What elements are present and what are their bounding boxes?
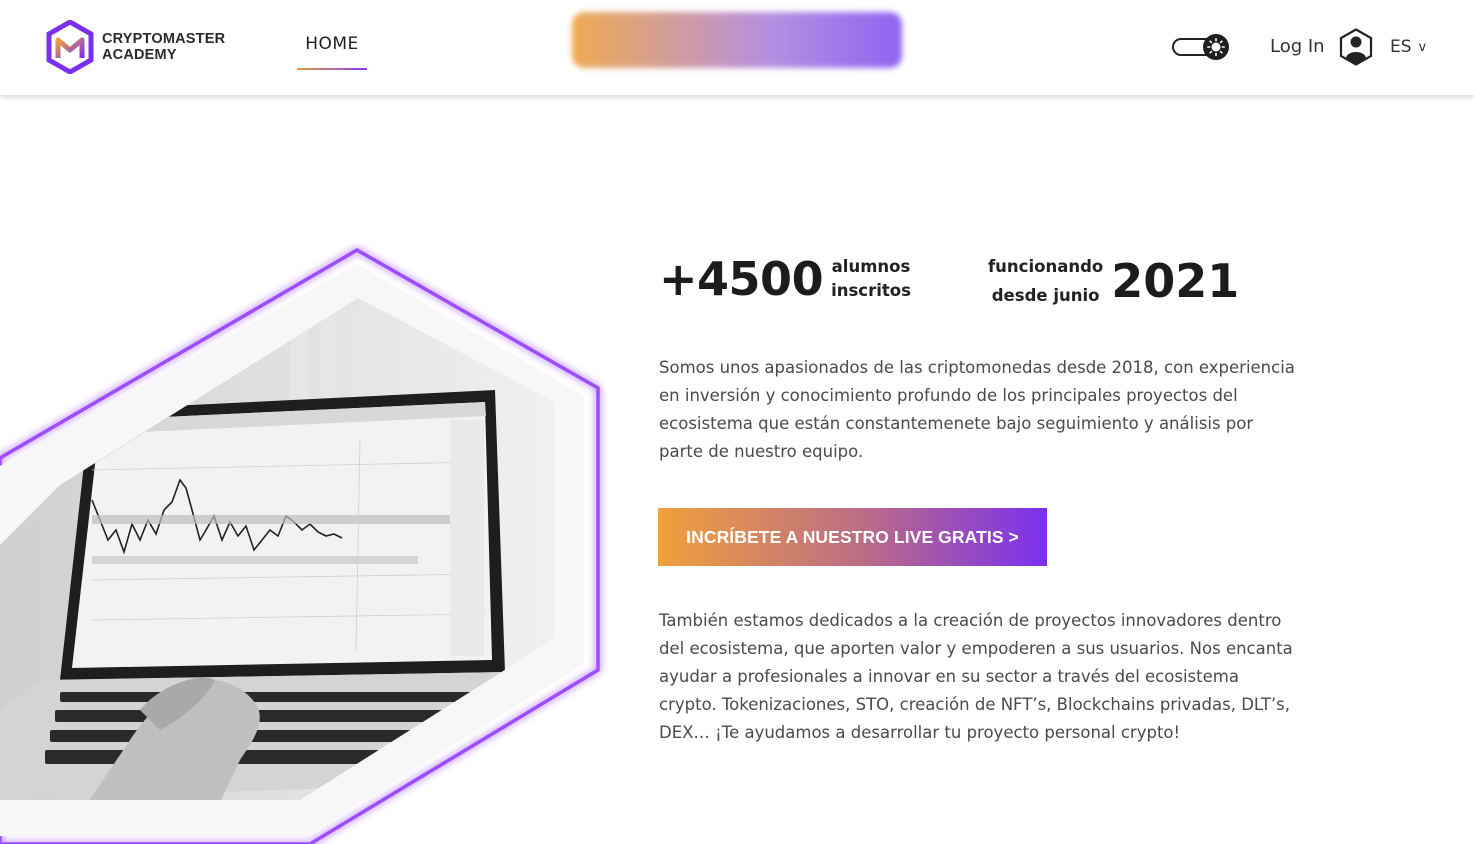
blurred-header-button[interactable] <box>572 12 902 68</box>
language-selector[interactable]: ES v <box>1390 37 1426 57</box>
theme-toggle[interactable] <box>1172 34 1230 60</box>
top-navbar: CRYPTOMASTER ACADEMY HOME Log In ES v <box>0 0 1474 95</box>
laptop-chart-photo <box>0 247 600 844</box>
nav-home-label: HOME <box>305 34 359 54</box>
since-label-line2: desde junio <box>991 286 1100 305</box>
since-year: 2021 <box>1111 254 1240 308</box>
chevron-down-icon: v <box>1418 39 1427 55</box>
nav-home-link[interactable]: HOME <box>297 34 367 70</box>
sun-icon <box>1203 34 1229 60</box>
students-stat: +4500 alumnos inscritos <box>659 252 911 306</box>
nav-active-underline <box>297 68 367 70</box>
join-live-button[interactable]: INCRÍBETE A NUESTRO LIVE GRATIS > <box>658 508 1047 566</box>
language-label: ES <box>1390 37 1412 57</box>
projects-paragraph: También estamos dedicados a la creación … <box>659 611 1293 742</box>
login-link[interactable]: Log In <box>1270 36 1325 57</box>
students-label-line1: alumnos <box>831 257 911 276</box>
logo-hexagon-icon <box>46 20 94 74</box>
brand-logo[interactable]: CRYPTOMASTER ACADEMY <box>46 20 236 74</box>
since-label-line1: funcionando <box>988 257 1104 276</box>
user-icon[interactable] <box>1339 28 1373 66</box>
logo-text-line2: ACADEMY <box>102 47 177 63</box>
logo-text-line1: CRYPTOMASTER <box>102 31 226 47</box>
students-label-line2: inscritos <box>831 281 911 300</box>
students-count: +4500 <box>659 252 824 306</box>
intro-paragraph: Somos unos apasionados de las criptomone… <box>659 358 1295 461</box>
since-stat: funcionando desde junio 2021 <box>988 252 1239 310</box>
hero-hexagon-image <box>0 240 610 844</box>
